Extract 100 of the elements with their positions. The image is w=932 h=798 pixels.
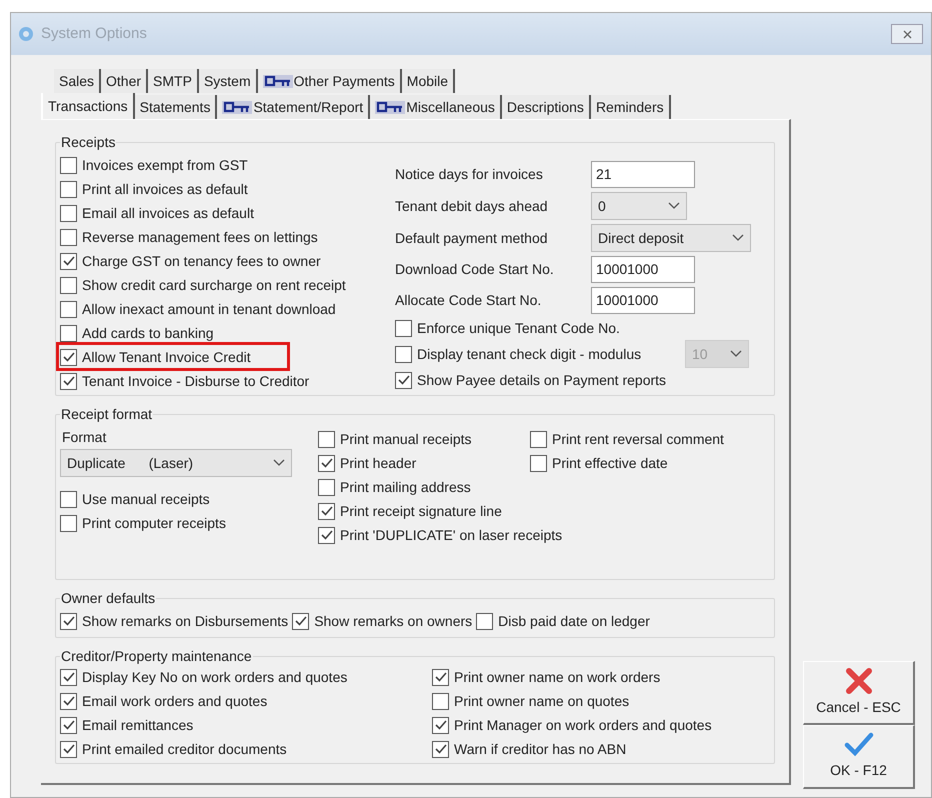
checkbox[interactable] xyxy=(60,156,77,174)
tab[interactable]: Mobile xyxy=(402,69,456,93)
checkbox-label: Allow inexact amount in tenant download xyxy=(82,300,336,318)
checkbox[interactable] xyxy=(60,372,77,390)
checkbox[interactable] xyxy=(292,612,310,630)
checkbox[interactable] xyxy=(60,252,77,270)
checkbox[interactable] xyxy=(60,490,77,508)
tab[interactable]: Sales xyxy=(54,69,102,93)
dropdown[interactable]: Direct deposit xyxy=(591,224,751,252)
checkbox-label: Add cards to banking xyxy=(82,324,214,343)
checkbox[interactable] xyxy=(395,346,412,362)
checkbox-label: Warn if creditor has no ABN xyxy=(454,740,626,758)
tab[interactable]: Statement/Report xyxy=(217,95,370,119)
dropdown-value: Direct deposit xyxy=(598,228,684,248)
checkbox-label: Reverse management fees on lettings xyxy=(82,228,318,247)
checkbox[interactable] xyxy=(432,740,449,758)
close-button[interactable] xyxy=(891,24,923,44)
checkmark-icon xyxy=(844,732,874,758)
checkmark-icon xyxy=(62,672,74,682)
checkbox[interactable] xyxy=(60,204,77,222)
checkbox-label: Allow Tenant Invoice Credit xyxy=(82,348,251,366)
checkmark-icon xyxy=(62,376,74,386)
close-icon xyxy=(902,30,912,38)
checkbox[interactable] xyxy=(60,300,77,318)
key-icon xyxy=(262,74,293,88)
checkbox[interactable] xyxy=(60,612,77,630)
checkbox[interactable] xyxy=(432,668,449,686)
tab[interactable]: Other xyxy=(101,69,148,93)
checkbox[interactable] xyxy=(60,514,77,532)
checkbox[interactable] xyxy=(60,348,77,366)
checkbox[interactable] xyxy=(318,502,335,520)
ok-button[interactable]: OK - F12 xyxy=(803,725,915,789)
checkmark-icon xyxy=(294,616,307,626)
checkmark-icon xyxy=(434,672,446,682)
checkbox-label: Tenant Invoice - Disburse to Creditor xyxy=(82,372,310,390)
checkbox[interactable] xyxy=(530,454,547,472)
field-label: Default payment method xyxy=(395,228,549,248)
checkbox[interactable] xyxy=(318,430,335,448)
tab[interactable]: Other Payments xyxy=(258,69,402,93)
checkbox-label: Print owner name on work orders xyxy=(454,668,660,686)
key-icon xyxy=(375,100,406,114)
checkbox-label: Print all invoices as default xyxy=(82,180,248,198)
checkbox-label: Show remarks on owners xyxy=(314,612,472,630)
checkbox[interactable] xyxy=(60,740,77,758)
dropdown[interactable]: Duplicate (Laser) xyxy=(60,449,292,477)
tab[interactable]: Transactions xyxy=(41,93,135,119)
checkbox[interactable] xyxy=(60,692,77,710)
checkbox[interactable] xyxy=(395,372,412,388)
tab[interactable]: System xyxy=(198,69,258,93)
cancel-button[interactable]: Cancel - ESC xyxy=(803,661,915,725)
text-field[interactable]: 10001000 xyxy=(591,287,695,314)
checkbox[interactable] xyxy=(60,668,77,686)
checkmark-icon xyxy=(320,506,332,516)
checkbox[interactable] xyxy=(432,716,449,734)
checkbox-label: Print effective date xyxy=(552,454,668,472)
checkbox[interactable] xyxy=(60,180,77,198)
checkmark-icon xyxy=(398,375,410,385)
checkbox[interactable] xyxy=(530,430,547,448)
text-field[interactable]: 10001000 xyxy=(591,256,695,283)
tab[interactable]: SMTP xyxy=(148,69,199,93)
checkbox[interactable] xyxy=(60,716,77,734)
checkbox[interactable] xyxy=(476,612,494,630)
checkbox[interactable] xyxy=(395,320,412,336)
field-label: Allocate Code Start No. xyxy=(395,291,542,310)
checkbox-label: Print Manager on work orders and quotes xyxy=(454,716,712,735)
checkmark-icon xyxy=(434,720,446,730)
chevron-down-icon xyxy=(273,459,285,467)
checkbox-label: Enforce unique Tenant Code No. xyxy=(417,318,620,338)
checkmark-icon xyxy=(62,616,74,626)
checkbox-label: Print 'DUPLICATE' on laser receipts xyxy=(340,526,562,545)
text-field[interactable]: 21 xyxy=(591,161,695,188)
dropdown[interactable]: 0 xyxy=(591,192,687,220)
checkbox-label: Display tenant check digit - modulus xyxy=(417,344,642,364)
checkbox[interactable] xyxy=(318,526,335,544)
checkbox-label: Print header xyxy=(340,454,416,472)
checkbox[interactable] xyxy=(432,692,449,710)
checkbox-label: Use manual receipts xyxy=(82,490,210,509)
tab[interactable]: Statements xyxy=(134,95,218,119)
checkbox-label: Print mailing address xyxy=(340,478,471,497)
checkmark-icon xyxy=(320,530,332,540)
checkmark-icon xyxy=(62,352,74,362)
field-label: Notice days for invoices xyxy=(395,165,544,184)
chevron-down-icon xyxy=(668,202,680,210)
tab[interactable]: Reminders xyxy=(590,95,671,119)
close-icon xyxy=(844,667,872,695)
checkbox-label: Show remarks on Disbursements xyxy=(82,612,288,630)
checkbox[interactable] xyxy=(318,454,335,472)
dropdown-value: 10 xyxy=(692,344,708,364)
checkmark-icon xyxy=(62,720,74,730)
checkbox[interactable] xyxy=(60,324,77,342)
checkbox[interactable] xyxy=(60,228,77,246)
chevron-down-icon xyxy=(732,234,744,242)
tab[interactable]: Descriptions xyxy=(502,95,591,119)
checkbox-label: Email work orders and quotes xyxy=(82,692,268,711)
checkbox[interactable] xyxy=(60,276,77,294)
checkbox[interactable] xyxy=(318,478,335,496)
checkbox-label: Show credit card surcharge on rent receipt xyxy=(82,276,346,295)
field-label: Download Code Start No. xyxy=(395,260,555,279)
dropdown-value: Duplicate (Laser) xyxy=(67,454,194,473)
tab[interactable]: Miscellaneous xyxy=(370,95,502,119)
